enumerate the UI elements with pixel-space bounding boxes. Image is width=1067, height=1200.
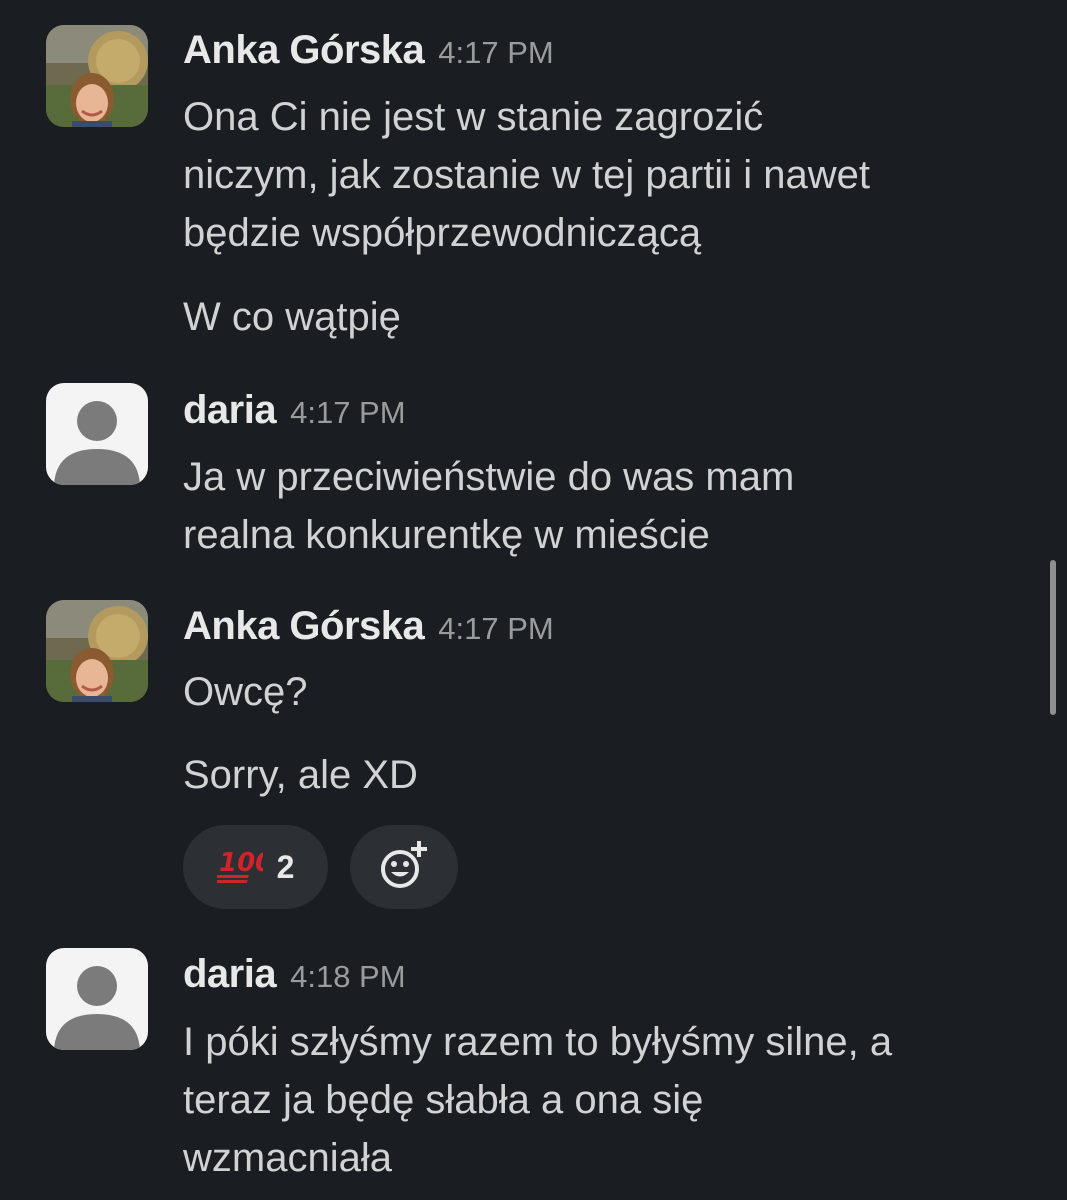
reaction-count: 2 [276, 848, 295, 885]
message-line: teraz ja będę słabła a ona się [183, 1078, 704, 1122]
author-name[interactable]: Anka Górska [183, 28, 425, 73]
hundred-points-icon: 100 [209, 845, 273, 890]
message-header: daria 4:17 PM [183, 388, 406, 433]
chat-view: Anka Górska 4:17 PM Ona Ci nie jest w st… [0, 0, 1067, 1200]
message-line: wzmacniała [183, 1136, 392, 1180]
message-text: W co wątpię [183, 295, 401, 339]
message-line: niczym, jak zostanie w tej partii i nawe… [183, 153, 870, 197]
default-avatar-icon[interactable] [46, 383, 148, 485]
author-name[interactable]: daria [183, 952, 277, 997]
scrollbar-thumb[interactable] [1050, 560, 1056, 715]
message-line: Ja w przeciwieństwie do was mam [183, 455, 795, 499]
svg-text:100: 100 [219, 848, 263, 878]
add-reaction-button[interactable] [350, 825, 458, 909]
default-avatar-icon[interactable] [46, 948, 148, 1050]
user-avatar-photo[interactable] [46, 25, 148, 127]
author-name[interactable]: daria [183, 388, 277, 433]
message-header: daria 4:18 PM [183, 952, 406, 997]
message-text: Sorry, ale XD [183, 753, 418, 797]
message-line: będzie współprzewodniczącą [183, 211, 702, 255]
timestamp[interactable]: 4:18 PM [290, 959, 405, 995]
author-name[interactable]: Anka Górska [183, 604, 425, 649]
reaction-pill[interactable]: 100 2 [183, 825, 328, 909]
timestamp[interactable]: 4:17 PM [290, 395, 405, 431]
message-line: realna konkurentkę w mieście [183, 513, 710, 557]
message-text: Owcę? [183, 670, 308, 714]
message-text: Ja w przeciwieństwie do was mam realna k… [183, 448, 794, 564]
message-text: I póki szłyśmy razem to byłyśmy silne, a… [183, 1013, 892, 1187]
timestamp[interactable]: 4:17 PM [438, 35, 553, 71]
message-header: Anka Górska 4:17 PM [183, 604, 554, 649]
message-line: Ona Ci nie jest w stanie zagrozić [183, 95, 764, 139]
timestamp[interactable]: 4:17 PM [438, 611, 553, 647]
add-emoji-icon [376, 837, 432, 898]
message-header: Anka Górska 4:17 PM [183, 28, 554, 73]
message-line: I póki szłyśmy razem to byłyśmy silne, a [183, 1020, 893, 1064]
message-text: Ona Ci nie jest w stanie zagrozić niczym… [183, 88, 870, 262]
user-avatar-photo[interactable] [46, 600, 148, 702]
